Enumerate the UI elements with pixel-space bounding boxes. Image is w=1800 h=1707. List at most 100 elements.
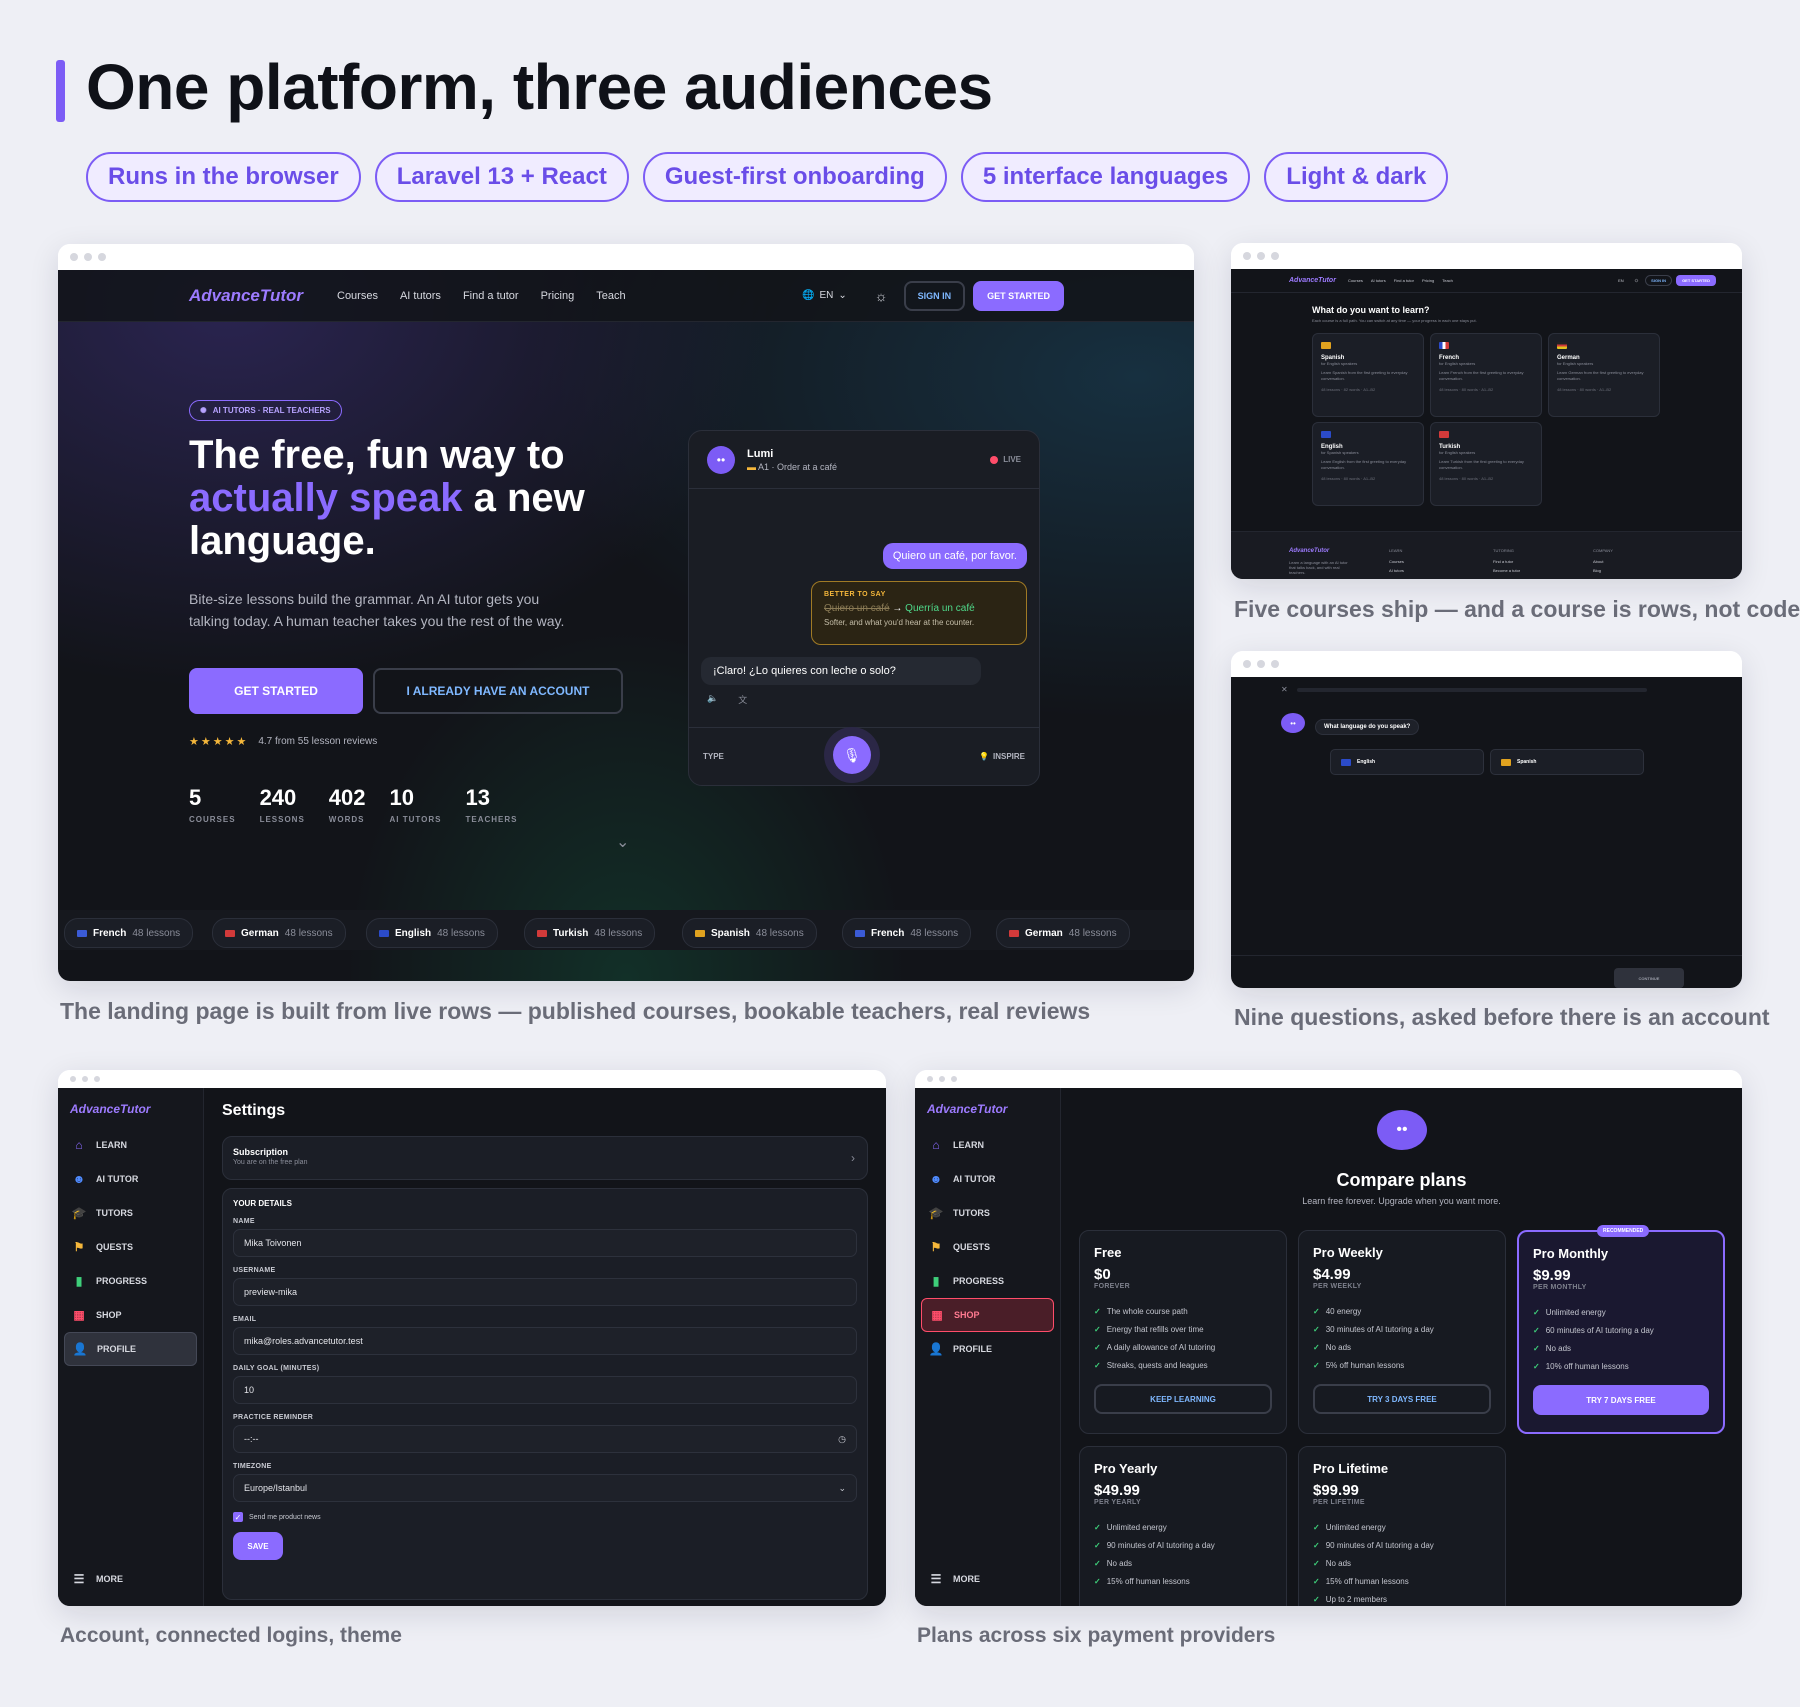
- save-button[interactable]: SAVE: [233, 1532, 283, 1560]
- scroll-down-chevron-icon[interactable]: ⌄: [616, 832, 629, 852]
- sidebar-item-more[interactable]: ☰ MORE: [915, 1562, 980, 1596]
- stats-row: 5 COURSES 240 LESSONS 402 WORDS 10 AI TUTORS…: [189, 785, 518, 824]
- close-icon[interactable]: ✕: [1281, 685, 1288, 694]
- username-field[interactable]: preview-mika: [233, 1278, 857, 1306]
- type-button[interactable]: TYPE: [703, 752, 724, 761]
- course-card-turkish[interactable]: Turkish for English speakers Learn Turkish…: [1430, 422, 1542, 506]
- caption-settings: Account, connected logins, theme: [60, 1624, 402, 1647]
- name-field[interactable]: Mika Toivonen: [233, 1229, 857, 1257]
- nav-ai-tutors[interactable]: AI tutors: [1371, 278, 1386, 283]
- nav-find-tutor[interactable]: Find a tutor: [463, 290, 519, 302]
- ticker-item[interactable]: German 48 lessons: [996, 918, 1130, 948]
- nav-courses[interactable]: Courses: [337, 290, 378, 302]
- get-started-nav-button[interactable]: GET STARTED: [973, 280, 1064, 311]
- sidebar-item-shop[interactable]: ▦ SHOP: [58, 1298, 203, 1332]
- ticker-item[interactable]: Turkish 48 lessons: [524, 918, 656, 948]
- caption-courses: Five courses ship — and a course is rows…: [1234, 596, 1800, 622]
- sidebar-item-ai-tutor[interactable]: ☻ AI TUTOR: [915, 1162, 1060, 1196]
- language-selector[interactable]: EN: [1618, 278, 1624, 283]
- footer-logo[interactable]: AdvanceTutor: [1289, 548, 1329, 554]
- live-indicator: LIVE: [990, 455, 1021, 464]
- subscription-row[interactable]: Subscription You are on the free plan ›: [222, 1136, 868, 1180]
- chip: Laravel 13 + React: [374, 152, 629, 202]
- logo[interactable]: AdvanceTutor: [1289, 277, 1336, 284]
- nav-pricing[interactable]: Pricing: [1422, 278, 1434, 283]
- nav-pricing[interactable]: Pricing: [541, 290, 575, 302]
- course-card-spanish[interactable]: Spanish for English speakers Learn Spanish…: [1312, 333, 1424, 417]
- course-card-french[interactable]: French for English speakers Learn French f…: [1430, 333, 1542, 417]
- sidebar-item-tutors[interactable]: 🎓 TUTORS: [915, 1196, 1060, 1230]
- window-titlebar: [1231, 651, 1742, 677]
- inspire-button[interactable]: 💡 INSPIRE: [979, 752, 1025, 761]
- theme-toggle-sun-icon[interactable]: ☼: [1634, 278, 1640, 284]
- lumi-avatar-icon: ••: [1281, 713, 1305, 733]
- nav-find-tutor[interactable]: Find a tutor: [1394, 278, 1414, 283]
- logo[interactable]: AdvanceTutor: [70, 1102, 203, 1116]
- already-have-account-button[interactable]: I ALREADY HAVE AN ACCOUNT: [373, 668, 623, 714]
- sidebar-item-ai-tutor[interactable]: ☻ AI TUTOR: [58, 1162, 203, 1196]
- continue-button[interactable]: CONTINUE: [1614, 968, 1684, 988]
- stat-courses: 5 COURSES: [189, 785, 236, 824]
- sidebar-item-profile[interactable]: 👤 PROFILE: [64, 1332, 197, 1366]
- practice-reminder-field[interactable]: --:-- ◷: [233, 1425, 857, 1453]
- hero-subtext: Bite-size lessons build the grammar. An …: [189, 591, 565, 629]
- nav-teach[interactable]: Teach: [596, 290, 625, 302]
- email-field[interactable]: mika@roles.advancetutor.test: [233, 1327, 857, 1355]
- ticker-item[interactable]: French 48 lessons: [64, 918, 194, 948]
- ticker-item[interactable]: Spanish 48 lessons: [682, 918, 817, 948]
- ticker-item[interactable]: English 48 lessons: [366, 918, 498, 948]
- option-spanish[interactable]: Spanish: [1490, 749, 1644, 775]
- hero-badge: ✺ AI TUTORS · REAL TEACHERS: [189, 400, 342, 421]
- plans-title: Compare plans: [1336, 1170, 1467, 1190]
- sidebar-item-quests[interactable]: ⚑ QUESTS: [915, 1230, 1060, 1264]
- daily-goal-field[interactable]: 10: [233, 1376, 857, 1404]
- chat-header: •• Lumi ▬ A1 · Order at a café LIVE: [689, 431, 1039, 489]
- correction-card: BETTER TO SAY Quiero un café → Querría u…: [811, 581, 1027, 645]
- uk-flag-icon: [1341, 758, 1351, 766]
- user-message: Quiero un café, por favor.: [882, 543, 1027, 569]
- plans-subtitle: Learn free forever. Upgrade when you wan…: [1302, 1196, 1501, 1206]
- spain-flag-icon: [1501, 758, 1511, 766]
- plan-card-pro-weekly: Pro Weekly$4.99PER WEEKLY 40 energy30 mi…: [1298, 1230, 1506, 1434]
- chevron-down-icon: ⌄: [838, 1482, 846, 1493]
- ticker-item[interactable]: French 48 lessons: [842, 918, 972, 948]
- speaker-icon[interactable]: 🔈: [707, 693, 718, 706]
- sidebar-item-quests[interactable]: ⚑ QUESTS: [58, 1230, 203, 1264]
- nav-courses[interactable]: Courses: [1348, 278, 1363, 283]
- sidebar-item-learn[interactable]: ⌂ LEARN: [915, 1128, 1060, 1162]
- try-3-days-free-button[interactable]: TRY 3 DAYS FREE: [1313, 1384, 1491, 1414]
- logo[interactable]: AdvanceTutor: [927, 1102, 1060, 1116]
- sidebar-item-learn[interactable]: ⌂ LEARN: [58, 1128, 203, 1162]
- window-titlebar: [58, 1070, 886, 1088]
- theme-toggle-sun-icon[interactable]: ☼: [875, 288, 888, 304]
- landing-window: AdvanceTutor Courses AI tutors Find a tu…: [58, 244, 1194, 981]
- ticker-item[interactable]: German 48 lessons: [212, 918, 346, 948]
- keep-learning-button[interactable]: KEEP LEARNING: [1094, 1384, 1272, 1414]
- sidebar-item-profile[interactable]: 👤 PROFILE: [915, 1332, 1060, 1366]
- home-icon: ⌂: [75, 1138, 83, 1152]
- timezone-select[interactable]: Europe/Istanbul ⌄: [233, 1474, 857, 1502]
- try-7-days-free-button[interactable]: TRY 7 DAYS FREE: [1533, 1385, 1709, 1415]
- logo[interactable]: AdvanceTutor: [189, 286, 303, 306]
- chip: Light & dark: [1264, 152, 1449, 202]
- sidebar-item-progress[interactable]: ▮ PROGRESS: [915, 1264, 1060, 1298]
- sign-in-button[interactable]: SIGN IN: [903, 280, 966, 311]
- mic-button[interactable]: 🎙: [824, 727, 880, 783]
- language-selector[interactable]: 🌐 EN ⌄: [802, 290, 847, 301]
- course-card-english[interactable]: English for Spanish speakers Learn English…: [1312, 422, 1424, 506]
- sidebar-item-shop[interactable]: ▦ SHOP: [921, 1298, 1054, 1332]
- stat-ai-tutors: 10 AI TUTORS: [389, 785, 442, 824]
- nav-teach[interactable]: Teach: [1442, 278, 1453, 283]
- sign-in-button[interactable]: SIGN IN: [1645, 275, 1673, 286]
- sidebar-item-tutors[interactable]: 🎓 TUTORS: [58, 1196, 203, 1230]
- bulb-icon: 💡: [979, 752, 989, 761]
- nav-ai-tutors[interactable]: AI tutors: [400, 290, 441, 302]
- option-english[interactable]: English: [1330, 749, 1484, 775]
- get-started-button[interactable]: GET STARTED: [189, 668, 363, 714]
- sidebar-item-more[interactable]: ☰ MORE: [58, 1562, 123, 1596]
- course-card-german[interactable]: German for English speakers Learn German f…: [1548, 333, 1660, 417]
- product-news-checkbox[interactable]: ✓ Send me product news: [233, 1512, 857, 1522]
- sidebar-item-progress[interactable]: ▮ PROGRESS: [58, 1264, 203, 1298]
- translate-icon[interactable]: 文: [738, 693, 747, 706]
- get-started-button[interactable]: GET STARTED: [1676, 275, 1716, 286]
